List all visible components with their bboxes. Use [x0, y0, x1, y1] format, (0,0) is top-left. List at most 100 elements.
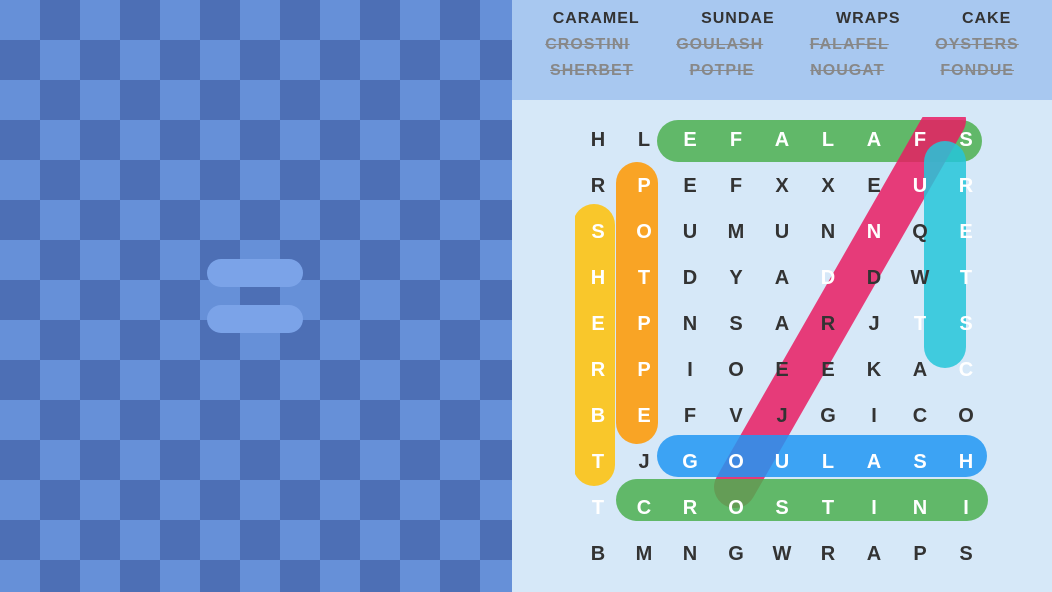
grid-cell[interactable]: O	[713, 347, 759, 393]
grid-cell[interactable]: E	[621, 393, 667, 439]
grid-cell[interactable]: N	[805, 209, 851, 255]
grid-cell[interactable]: N	[851, 209, 897, 255]
grid-cell[interactable]: P	[897, 531, 943, 577]
grid-cell[interactable]: Y	[713, 255, 759, 301]
grid-cell[interactable]: T	[575, 485, 621, 531]
grid-cell[interactable]: P	[621, 347, 667, 393]
grid-cell[interactable]: V	[713, 393, 759, 439]
grid-cell[interactable]: A	[851, 439, 897, 485]
grid-cell[interactable]: A	[759, 255, 805, 301]
grid-cell[interactable]: S	[943, 117, 989, 163]
grid-cell[interactable]: N	[667, 531, 713, 577]
grid-cell[interactable]: E	[667, 163, 713, 209]
grid-cell[interactable]: L	[805, 439, 851, 485]
grid-cell[interactable]: M	[621, 531, 667, 577]
grid-cell[interactable]: A	[759, 301, 805, 347]
grid-cell[interactable]: J	[621, 439, 667, 485]
grid-cell[interactable]: D	[667, 255, 713, 301]
grid-cell[interactable]: T	[621, 255, 667, 301]
grid-cell[interactable]: T	[943, 255, 989, 301]
grid-cell[interactable]: T	[897, 301, 943, 347]
grid-cell[interactable]: P	[621, 301, 667, 347]
grid-cell[interactable]: I	[851, 485, 897, 531]
grid-cell[interactable]: O	[713, 439, 759, 485]
word-fondue: FONDUE	[934, 60, 1020, 82]
grid-cell[interactable]: I	[943, 485, 989, 531]
grid-cell[interactable]: C	[621, 485, 667, 531]
word-falafel: FALAFEL	[804, 34, 895, 56]
grid-cell[interactable]: P	[621, 163, 667, 209]
grid-cell[interactable]: U	[667, 209, 713, 255]
word-list-header: CARAMEL SUNDAE WRAPS CAKE CROSTINI GOULA…	[512, 0, 1052, 100]
grid-cell[interactable]: J	[851, 301, 897, 347]
grid-cell[interactable]: S	[943, 301, 989, 347]
grid-cell[interactable]: E	[851, 163, 897, 209]
grid-cell[interactable]: O	[943, 393, 989, 439]
grid-cell[interactable]: E	[759, 347, 805, 393]
grid-cell[interactable]: B	[575, 531, 621, 577]
grid-cell[interactable]: D	[851, 255, 897, 301]
grid-cell[interactable]: F	[713, 163, 759, 209]
grid-cell[interactable]: E	[575, 301, 621, 347]
grid-cell[interactable]: T	[575, 439, 621, 485]
grid-cell[interactable]: K	[851, 347, 897, 393]
grid-cell[interactable]: W	[759, 531, 805, 577]
grid-cell[interactable]: U	[897, 163, 943, 209]
grid-cell[interactable]: W	[897, 255, 943, 301]
grid-cell[interactable]: G	[805, 393, 851, 439]
grid-cell[interactable]: R	[575, 347, 621, 393]
grid-cell[interactable]: M	[713, 209, 759, 255]
grid-cell[interactable]: F	[713, 117, 759, 163]
grid-cell[interactable]: S	[575, 209, 621, 255]
grid-cell[interactable]: G	[713, 531, 759, 577]
grid-cell[interactable]: O	[713, 485, 759, 531]
grid-cell[interactable]: L	[805, 117, 851, 163]
grid-cell[interactable]: E	[805, 347, 851, 393]
grid-cell[interactable]: C	[943, 347, 989, 393]
word-nougat: NOUGAT	[804, 60, 890, 82]
grid-cell[interactable]: A	[851, 117, 897, 163]
grid-cell[interactable]: S	[943, 531, 989, 577]
grid-cell[interactable]: J	[759, 393, 805, 439]
grid-cell[interactable]: Q	[897, 209, 943, 255]
grid-cell[interactable]: R	[805, 301, 851, 347]
grid-cell[interactable]: R	[575, 163, 621, 209]
grid-cell[interactable]: T	[805, 485, 851, 531]
grid-cell[interactable]: D	[805, 255, 851, 301]
grid-cell[interactable]: F	[667, 393, 713, 439]
grid-container[interactable]: HLEFALAFSRPEFXXEURSOUMUNNQEHTDYADDWTEPNS…	[575, 117, 989, 577]
grid-cell[interactable]: B	[575, 393, 621, 439]
grid-cell[interactable]: R	[805, 531, 851, 577]
grid-cell[interactable]: S	[759, 485, 805, 531]
grid-cell[interactable]: N	[897, 485, 943, 531]
grid-cell[interactable]: R	[667, 485, 713, 531]
grid-area[interactable]: HLEFALAFSRPEFXXEURSOUMUNNQEHTDYADDWTEPNS…	[512, 100, 1052, 592]
grid-cell[interactable]: G	[667, 439, 713, 485]
grid-cell[interactable]: S	[713, 301, 759, 347]
grid-cell[interactable]: L	[621, 117, 667, 163]
grid-cell[interactable]: A	[897, 347, 943, 393]
grid-cell[interactable]: X	[759, 163, 805, 209]
grid-cell[interactable]: S	[897, 439, 943, 485]
grid-cell[interactable]: F	[897, 117, 943, 163]
grid-cell[interactable]: U	[759, 439, 805, 485]
grid-cell[interactable]: H	[575, 117, 621, 163]
grid-cell[interactable]: C	[897, 393, 943, 439]
grid-cell[interactable]: E	[667, 117, 713, 163]
grid-cell[interactable]: O	[621, 209, 667, 255]
grid-cell[interactable]: E	[943, 209, 989, 255]
grid-cell[interactable]: U	[759, 209, 805, 255]
grid-cell[interactable]: X	[805, 163, 851, 209]
grid-cell[interactable]: N	[667, 301, 713, 347]
grid-cell[interactable]: A	[851, 531, 897, 577]
word-grid[interactable]: HLEFALAFSRPEFXXEURSOUMUNNQEHTDYADDWTEPNS…	[575, 117, 989, 577]
word-wraps: WRAPS	[830, 8, 907, 30]
grid-cell[interactable]: R	[943, 163, 989, 209]
grid-cell[interactable]: A	[759, 117, 805, 163]
grid-cell[interactable]: H	[575, 255, 621, 301]
grid-cell[interactable]: I	[667, 347, 713, 393]
word-potpie: POTPIE	[684, 60, 761, 82]
word-row-2: CROSTINI GOULASH FALAFEL OYSTERS	[522, 34, 1042, 56]
grid-cell[interactable]: H	[943, 439, 989, 485]
grid-cell[interactable]: I	[851, 393, 897, 439]
